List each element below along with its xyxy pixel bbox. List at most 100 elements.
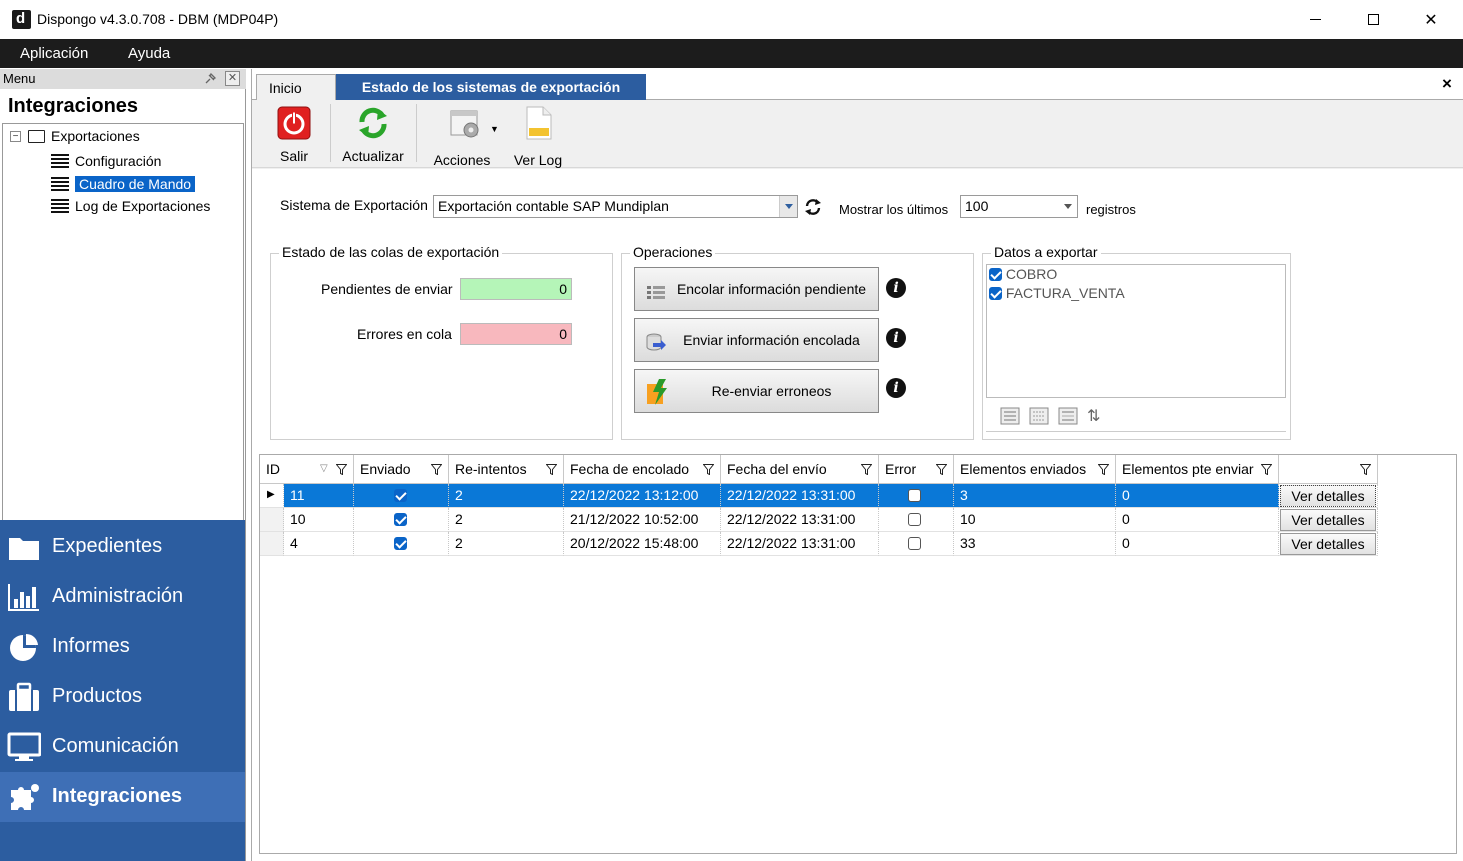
cell-action: Ver detalles: [1279, 532, 1378, 556]
column-header-fecha-envio[interactable]: Fecha del envío: [721, 455, 879, 484]
row-indicator-icon: ▶: [260, 484, 284, 508]
nav-administracion[interactable]: Administración: [0, 572, 245, 622]
pendientes-label: Pendientes de enviar: [321, 281, 453, 297]
filter-icon[interactable]: [861, 464, 872, 475]
tree-node-exportaciones[interactable]: Exportaciones: [28, 126, 140, 146]
tab-estado-sistemas[interactable]: Estado de los sistemas de exportación: [336, 74, 646, 100]
filter-icon[interactable]: [336, 464, 347, 475]
ver-log-label: Ver Log: [513, 152, 563, 168]
filter-icon[interactable]: [1098, 464, 1109, 475]
actualizar-button[interactable]: Actualizar: [338, 104, 408, 166]
cell-fecha-encolado: 20/12/2022 15:48:00: [564, 532, 721, 556]
column-header-fecha-encolado[interactable]: Fecha de encolado: [564, 455, 721, 484]
ver-detalles-button[interactable]: Ver detalles: [1280, 533, 1376, 555]
info-icon[interactable]: i: [886, 378, 906, 398]
tree-node-cuadro-de-mando[interactable]: Cuadro de Mando: [51, 174, 196, 194]
minimize-button[interactable]: [1286, 0, 1344, 39]
close-window-button[interactable]: ✕: [1402, 0, 1460, 39]
content-area: Sistema de Exportación Exportación conta…: [252, 169, 1463, 861]
menu-aplicacion[interactable]: Aplicación: [20, 45, 88, 62]
cell-id: 4: [284, 532, 354, 556]
ver-detalles-button[interactable]: Ver detalles: [1280, 509, 1376, 531]
acciones-button[interactable]: ▼ Acciones: [424, 104, 500, 168]
column-header-id[interactable]: ID ▽: [260, 455, 354, 484]
list-item[interactable]: FACTURA_VENTA: [989, 285, 1125, 301]
datos-item-label: COBRO: [1005, 266, 1058, 282]
cell-action: Ver detalles: [1279, 484, 1378, 508]
checkbox-unchecked[interactable]: [908, 513, 921, 526]
column-header-reintentos[interactable]: Re-intentos: [449, 455, 564, 484]
checkbox-checked[interactable]: [394, 513, 407, 526]
salir-button[interactable]: Salir: [272, 104, 316, 166]
column-header-label: Elementos enviados: [960, 461, 1087, 477]
nav-expedientes[interactable]: Expedientes: [0, 522, 245, 572]
cell-fecha-envio: 22/12/2022 13:31:00: [721, 484, 879, 508]
tree-node-configuracion[interactable]: Configuración: [51, 151, 161, 171]
tab-strip: Inicio Estado de los sistemas de exporta…: [252, 69, 1463, 100]
maximize-button[interactable]: [1344, 0, 1402, 39]
nav-integraciones[interactable]: Integraciones: [0, 772, 245, 822]
column-header-error[interactable]: Error: [879, 455, 954, 484]
filter-icon[interactable]: [1360, 464, 1371, 475]
checkbox-checked[interactable]: [394, 489, 407, 502]
filter-icon[interactable]: [1261, 464, 1272, 475]
cell-fecha-encolado: 21/12/2022 10:52:00: [564, 508, 721, 532]
checkbox-unchecked[interactable]: [908, 489, 921, 502]
nav-productos[interactable]: Productos: [0, 672, 245, 722]
ver-detalles-button[interactable]: Ver detalles: [1280, 485, 1376, 507]
checkbox-checked[interactable]: [989, 268, 1002, 281]
sort-icon[interactable]: ⇅: [1087, 406, 1100, 426]
filter-icon[interactable]: [703, 464, 714, 475]
nav-informes[interactable]: Informes: [0, 622, 245, 672]
refresh-icon[interactable]: [803, 197, 823, 217]
cell-enviado: [354, 532, 449, 556]
tab-inicio[interactable]: Inicio: [256, 74, 336, 100]
encolar-button[interactable]: Encolar información pendiente: [634, 267, 879, 311]
cell-reintentos: 2: [449, 484, 564, 508]
nav-label: Informes: [52, 635, 130, 657]
cell-id: 10: [284, 508, 354, 532]
checkbox-checked[interactable]: [394, 537, 407, 550]
nav-label: Productos: [52, 685, 143, 707]
invert-selection-icon[interactable]: [1058, 407, 1078, 425]
cell-enviado: [354, 508, 449, 532]
info-icon[interactable]: i: [886, 328, 906, 348]
menu-ayuda[interactable]: Ayuda: [128, 45, 170, 62]
column-header-enviado[interactable]: Enviado: [354, 455, 449, 484]
checkbox-checked[interactable]: [989, 287, 1002, 300]
nav-comunicacion[interactable]: Comunicación: [0, 722, 245, 772]
cell-error: [879, 484, 954, 508]
mostrar-select[interactable]: 100: [960, 195, 1078, 218]
cell-error: [879, 532, 954, 556]
column-header-acciones[interactable]: [1279, 455, 1378, 484]
acciones-label: Acciones: [433, 152, 491, 168]
checkbox-unchecked[interactable]: [908, 537, 921, 550]
info-icon[interactable]: i: [886, 278, 906, 298]
cell-elementos-enviados: 10: [954, 508, 1116, 532]
panel-close-icon[interactable]: ✕: [225, 71, 240, 86]
cell-elementos-enviados: 33: [954, 532, 1116, 556]
chevron-down-icon: [779, 196, 797, 217]
column-header-elementos-pte[interactable]: Elementos pte enviar: [1116, 455, 1279, 484]
pin-icon[interactable]: [203, 72, 217, 86]
tree-collapse-icon[interactable]: −: [10, 131, 21, 142]
uncheck-all-icon[interactable]: [1029, 407, 1049, 425]
enviar-button[interactable]: Enviar información encolada: [634, 318, 879, 362]
salir-label: Salir: [279, 148, 308, 164]
sistema-select[interactable]: Exportación contable SAP Mundiplan: [433, 195, 798, 218]
settings-window-icon: [450, 110, 479, 138]
filter-icon[interactable]: [546, 464, 557, 475]
filter-icon[interactable]: [431, 464, 442, 475]
column-header-label: ID: [266, 461, 280, 477]
cell-elementos-pte: 0: [1116, 484, 1279, 508]
tree-node-log-de-exportaciones[interactable]: Log de Exportaciones: [51, 196, 210, 216]
close-icon: ✕: [1424, 11, 1438, 29]
filter-icon[interactable]: [936, 464, 947, 475]
errores-field: 0: [460, 323, 572, 345]
list-item[interactable]: COBRO: [989, 266, 1057, 282]
close-tab-icon[interactable]: ×: [1442, 74, 1452, 94]
check-all-icon[interactable]: [1000, 407, 1020, 425]
ver-log-button[interactable]: Ver Log: [508, 104, 568, 168]
reenviar-button[interactable]: Re-enviar erroneos: [634, 369, 879, 413]
column-header-elementos-enviados[interactable]: Elementos enviados: [954, 455, 1116, 484]
